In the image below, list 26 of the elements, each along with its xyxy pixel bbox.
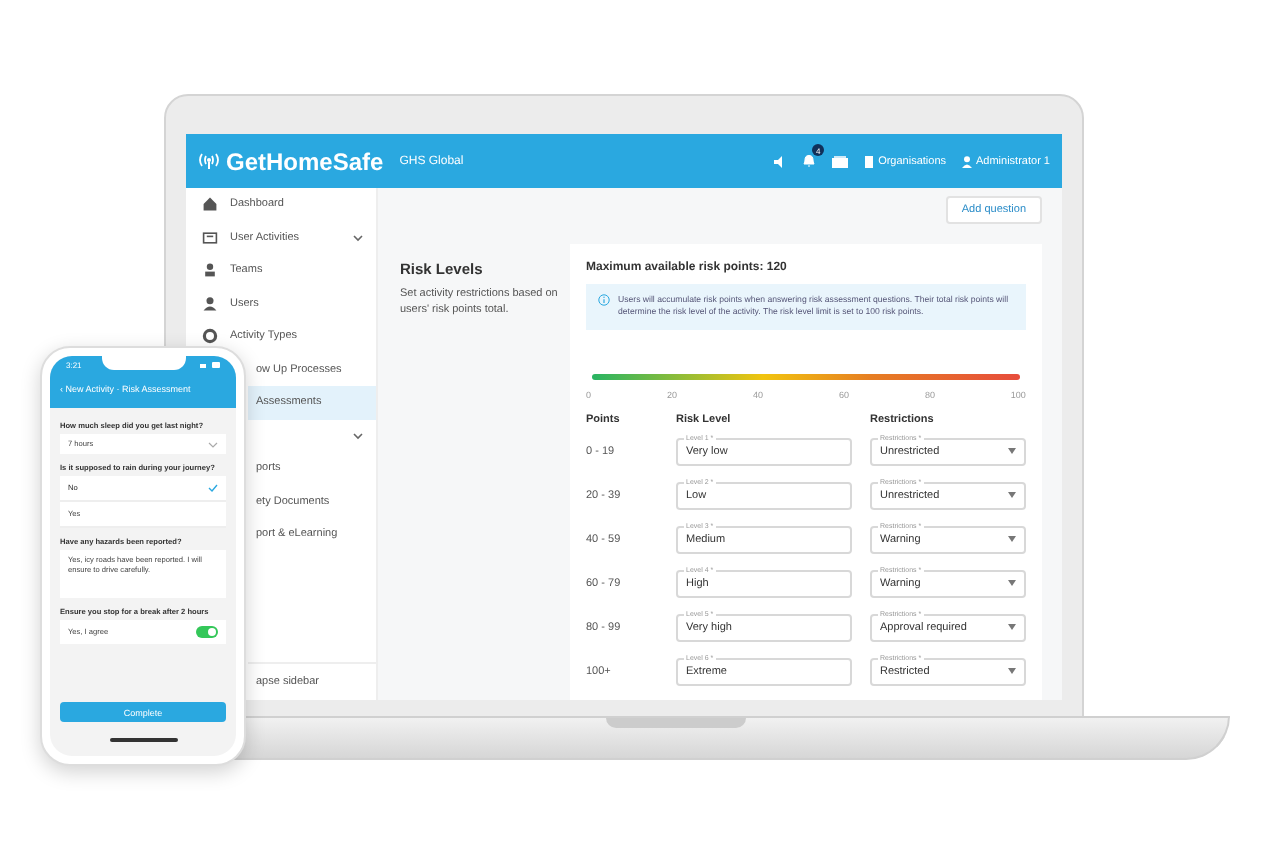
check-icon: [208, 484, 218, 492]
cards-icon[interactable]: [832, 155, 849, 167]
caret-icon: [1008, 492, 1016, 499]
brand-name: GetHomeSafe: [226, 147, 384, 175]
list-icon: [202, 229, 218, 246]
user-icon: [962, 155, 972, 167]
toggle-switch[interactable]: [196, 626, 218, 638]
home-indicator: [109, 738, 177, 742]
caret-icon: [1008, 448, 1016, 455]
chevron-icon[interactable]: [352, 233, 364, 242]
chevron-icon: [208, 441, 218, 447]
caret-icon: [1008, 668, 1016, 675]
info-icon: [598, 294, 610, 306]
user-icon: [202, 295, 218, 312]
team-icon: [202, 262, 218, 279]
phone-notch: [102, 356, 186, 370]
status-icons-drawing: [200, 362, 220, 368]
logo-icon: [198, 152, 220, 170]
speaker-icon[interactable]: [774, 155, 787, 167]
caret-icon: [1008, 580, 1016, 587]
chevron-icon[interactable]: [352, 431, 364, 440]
caret-icon: [1008, 624, 1016, 631]
bell-icon[interactable]: [802, 154, 817, 168]
caret-icon: [1008, 536, 1016, 543]
building-icon: [864, 155, 875, 167]
home-icon: [202, 196, 218, 213]
